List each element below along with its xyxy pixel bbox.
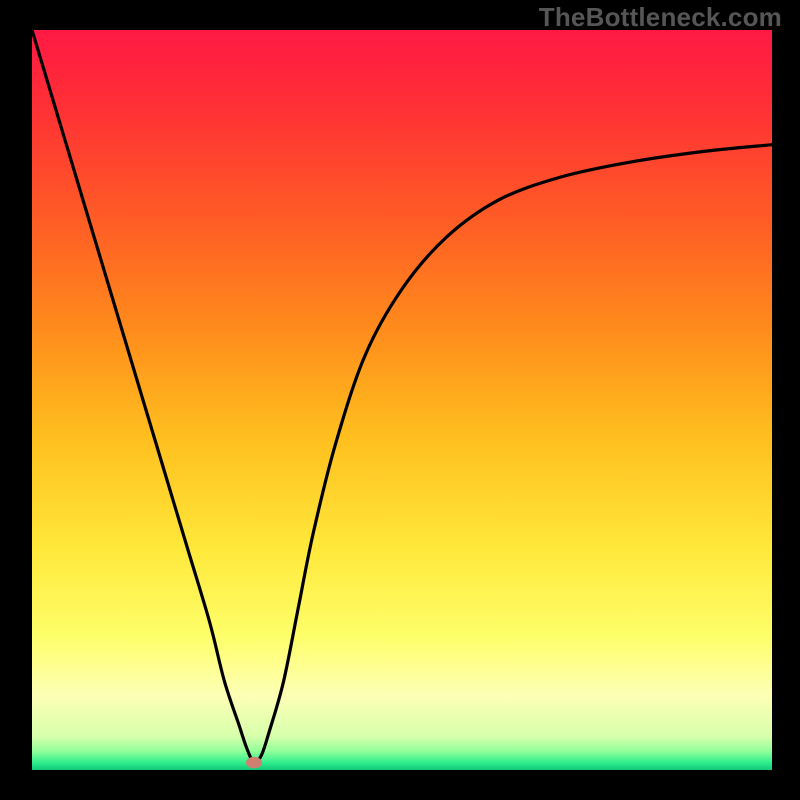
bottleneck-chart	[0, 0, 800, 800]
chart-frame: TheBottleneck.com	[0, 0, 800, 800]
minimum-marker	[246, 757, 262, 769]
